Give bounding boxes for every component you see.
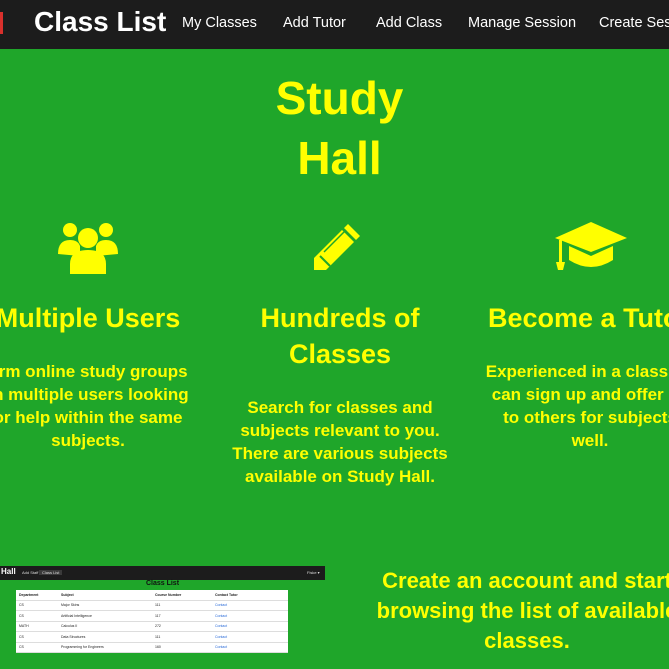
table-cell: Artificial Intelligence (58, 610, 152, 622)
preview-table: Department Subject Course Number Contact… (16, 590, 288, 653)
table-cell: Data Structures (58, 631, 152, 643)
class-list-preview-image: Hall Add Staff Class List Fiske ▾ Class … (0, 566, 325, 669)
navbar: Class List My Classes Add Tutor Add Clas… (0, 0, 669, 49)
feature-title-line: Classes (288, 339, 392, 369)
table-row: CS Data Structures 111 Contact (16, 631, 288, 643)
preview-table-header: Department Subject Course Number Contact… (16, 590, 288, 601)
nav-create-session[interactable]: Create Sess (599, 15, 669, 31)
table-cell: Calculus II (58, 621, 152, 632)
table-cell: 160 (152, 642, 212, 653)
feature-text-line: to others for subjects (503, 408, 669, 427)
feature-text-line: Experienced in a class? Y (485, 362, 669, 381)
preview-navbar: Hall Add Staff Class List Fiske ▾ (0, 566, 325, 580)
table-cell: CS (16, 600, 58, 611)
feature-text-become-a-tutor: Experienced in a class? Y can sign up an… (478, 360, 669, 452)
call-to-action: Create an account and start browsing the… (362, 566, 669, 656)
preview-link-user: Fiske ▾ (307, 570, 320, 575)
brand-accent (0, 12, 3, 34)
cta-line: browsing the list of available (376, 598, 669, 623)
cta-line: classes. (484, 628, 570, 653)
feature-text-line: can sign up and offer he (491, 385, 669, 404)
table-cell: CS (16, 631, 58, 643)
table-cell: 272 (152, 621, 212, 632)
preview-col-contact-tutor: Contact Tutor (212, 590, 288, 601)
nav-add-tutor[interactable]: Add Tutor (283, 15, 346, 31)
table-cell: Major Skins (58, 600, 152, 611)
table-cell: 111 (152, 600, 212, 611)
hero-title-line-2: Hall (297, 132, 382, 184)
nav-my-classes[interactable]: My Classes (182, 15, 257, 31)
feature-text-line: subjects. (51, 431, 125, 450)
table-cell: 111 (152, 631, 212, 643)
hero-title: Study Hall (0, 68, 669, 188)
hero-title-line-1: Study (275, 72, 404, 124)
preview-title: Class List (145, 580, 180, 587)
nav-add-class[interactable]: Add Class (376, 15, 442, 31)
table-row: CS Major Skins 111 Contact (16, 600, 288, 611)
feature-text-hundreds-of-classes: Search for classes and subjects relevant… (224, 396, 456, 488)
contact-link: Contact (212, 610, 288, 622)
feature-text-multiple-users: orm online study groups th multiple user… (0, 360, 196, 452)
feature-title-line: Hundreds of (260, 303, 420, 333)
contact-link: Contact (212, 621, 288, 632)
feature-title-multiple-users: Multiple Users (0, 303, 181, 333)
feature-text-line: Search for classes and (247, 398, 433, 417)
feature-text-line: well. (571, 431, 609, 450)
feature-text-line: subjects relevant to you. (240, 421, 440, 440)
graduation-cap-icon (553, 220, 629, 274)
feature-title-become-a-tutor: Become a Tuto (488, 303, 669, 333)
preview-col-course-number: Course Number (152, 590, 212, 601)
feature-text-line: There are various subjects (232, 444, 448, 463)
feature-title-hundreds-of-classes: Hundreds of Classes (240, 300, 440, 372)
table-cell: MATH (16, 621, 58, 632)
preview-col-department: Department (16, 590, 58, 601)
table-row: MATH Calculus II 272 Contact (16, 621, 288, 632)
table-row: CS Programming for Engineers 160 Contact (16, 642, 288, 653)
table-row: CS Artificial Intelligence 117 Contact (16, 610, 288, 622)
table-cell: CS (16, 610, 58, 622)
feature-text-line: available on Study Hall. (245, 467, 435, 486)
preview-link-add-staff: Add Staff (22, 570, 39, 575)
brand-logo[interactable]: Class List (34, 6, 166, 38)
table-cell: 117 (152, 610, 212, 622)
cta-line: Create an account and start (382, 568, 669, 593)
preview-brand: Hall (1, 567, 16, 576)
preview-col-subject: Subject (58, 590, 152, 601)
table-cell: CS (16, 642, 58, 653)
feature-text-line: orm online study groups (0, 362, 188, 381)
users-icon (56, 216, 120, 276)
pencil-icon (312, 222, 364, 272)
contact-link: Contact (212, 642, 288, 653)
feature-text-line: or help within the same (0, 408, 183, 427)
contact-link: Contact (212, 631, 288, 643)
preview-link-class-list: Class List (39, 570, 63, 575)
nav-manage-session[interactable]: Manage Session (468, 15, 576, 31)
feature-text-line: th multiple users looking (0, 385, 189, 404)
contact-link: Contact (212, 600, 288, 611)
table-cell: Programming for Engineers (58, 642, 152, 653)
